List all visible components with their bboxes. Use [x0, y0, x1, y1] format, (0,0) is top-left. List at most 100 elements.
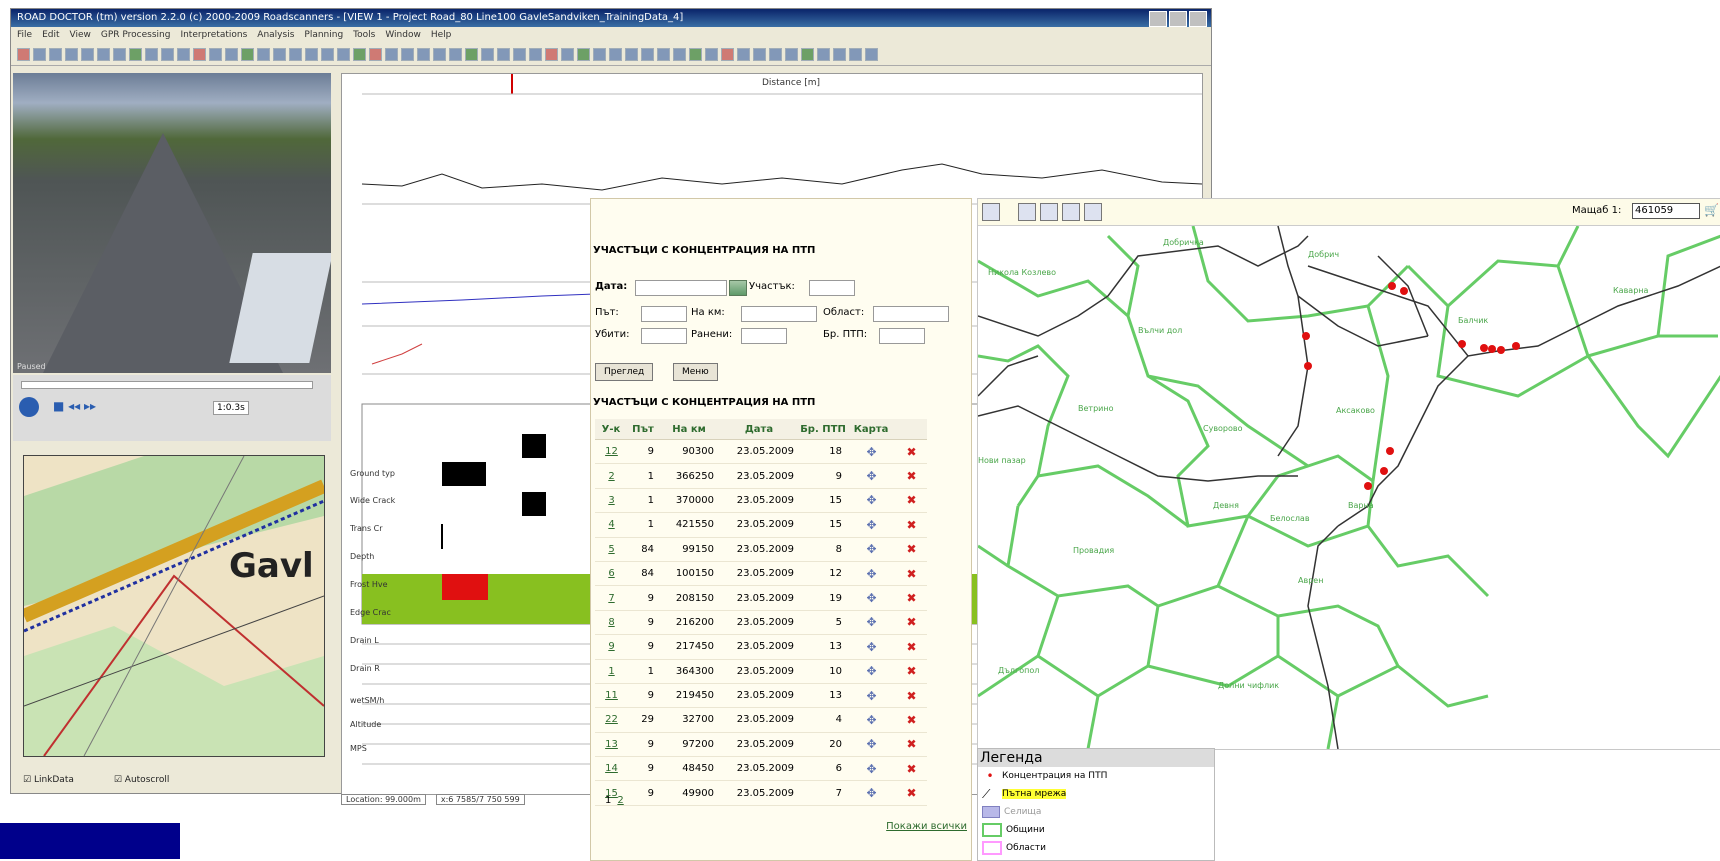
maximize-button[interactable] — [1169, 11, 1187, 27]
stop-icon[interactable]: ■ ◂◂ ▸▸ — [53, 399, 96, 413]
section-link[interactable]: 1 — [595, 659, 627, 684]
menu-planning[interactable]: Planning — [304, 27, 343, 43]
road-input[interactable] — [641, 306, 687, 322]
toolbar-button[interactable] — [705, 47, 718, 61]
section-link[interactable]: 4 — [595, 512, 627, 538]
toolbar-button[interactable] — [193, 47, 206, 61]
date-input[interactable] — [635, 280, 727, 296]
delete-icon[interactable]: ✖ — [906, 567, 916, 581]
accident-marker[interactable] — [1458, 340, 1466, 348]
section-link[interactable]: 12 — [595, 439, 627, 465]
toolbar-button[interactable] — [753, 47, 766, 61]
toolbar-button[interactable] — [529, 47, 542, 61]
toolbar-button[interactable] — [49, 47, 62, 61]
autoscroll-checkbox[interactable]: ☑ Autoscroll — [114, 775, 169, 785]
toolbar-button[interactable] — [321, 47, 334, 61]
zoom-in-icon[interactable] — [1018, 203, 1036, 221]
delete-icon[interactable]: ✖ — [906, 542, 916, 556]
show-on-map-icon[interactable]: ✥ — [866, 469, 876, 483]
toolbar-button[interactable] — [817, 47, 830, 61]
accident-marker[interactable] — [1380, 467, 1388, 475]
toolbar-button[interactable] — [353, 47, 366, 61]
accident-marker[interactable] — [1388, 282, 1396, 290]
calendar-icon[interactable] — [729, 280, 747, 296]
toolbar-button[interactable] — [737, 47, 750, 61]
section-link[interactable]: 3 — [595, 488, 627, 514]
toolbar-button[interactable] — [273, 47, 286, 61]
toolbar-button[interactable] — [593, 47, 606, 61]
menu-gpr-processing[interactable]: GPR Processing — [101, 27, 171, 43]
toolbar-button[interactable] — [625, 47, 638, 61]
count-input[interactable] — [879, 328, 925, 344]
km-input[interactable] — [741, 306, 817, 322]
menu-window[interactable]: Window — [385, 27, 421, 43]
delete-icon[interactable]: ✖ — [906, 689, 916, 703]
toolbar-button[interactable] — [849, 47, 862, 61]
linkdata-checkbox[interactable]: ☑ LinkData — [23, 775, 74, 785]
section-link[interactable]: 14 — [595, 756, 627, 782]
toolbar-button[interactable] — [785, 47, 798, 61]
accident-marker[interactable] — [1304, 362, 1312, 370]
toolbar-button[interactable] — [385, 47, 398, 61]
toolbar-button[interactable] — [449, 47, 462, 61]
section-link[interactable]: 11 — [595, 683, 627, 709]
section-link[interactable]: 22 — [595, 707, 627, 733]
scale-input[interactable]: 461059 — [1632, 203, 1700, 219]
delete-icon[interactable]: ✖ — [906, 640, 916, 654]
accident-marker[interactable] — [1302, 332, 1310, 340]
toolbar-button[interactable] — [81, 47, 94, 61]
show-on-map-icon[interactable]: ✥ — [866, 445, 876, 459]
delete-icon[interactable]: ✖ — [906, 737, 916, 751]
toolbar-button[interactable] — [641, 47, 654, 61]
delete-icon[interactable]: ✖ — [906, 762, 916, 776]
delete-icon[interactable]: ✖ — [906, 664, 916, 678]
toolbar-button[interactable] — [769, 47, 782, 61]
toolbar-button[interactable] — [545, 47, 558, 61]
delete-icon[interactable]: ✖ — [906, 786, 916, 800]
map-layers-icon[interactable] — [982, 203, 1000, 221]
section-link[interactable]: 8 — [595, 610, 627, 636]
section-link[interactable]: 13 — [595, 732, 627, 758]
killed-input[interactable] — [641, 328, 687, 344]
show-on-map-icon[interactable]: ✥ — [866, 689, 876, 703]
toolbar-button[interactable] — [97, 47, 110, 61]
show-on-map-icon[interactable]: ✥ — [866, 762, 876, 776]
delete-icon[interactable]: ✖ — [906, 469, 916, 483]
menu-view[interactable]: View — [70, 27, 91, 43]
toolbar-button[interactable] — [401, 47, 414, 61]
toolbar-button[interactable] — [497, 47, 510, 61]
toolbar-button[interactable] — [129, 47, 142, 61]
section-link[interactable]: 7 — [595, 585, 627, 611]
menu-tools[interactable]: Tools — [353, 27, 375, 43]
toolbar-button[interactable] — [257, 47, 270, 61]
toolbar-button[interactable] — [833, 47, 846, 61]
accident-marker[interactable] — [1480, 344, 1488, 352]
toolbar-button[interactable] — [305, 47, 318, 61]
toolbar-button[interactable] — [161, 47, 174, 61]
section-link[interactable]: 9 — [595, 634, 627, 660]
apply-scale-icon[interactable]: 🛒 — [1704, 203, 1719, 217]
toolbar-button[interactable] — [369, 47, 382, 61]
show-on-map-icon[interactable]: ✥ — [866, 542, 876, 556]
accident-marker[interactable] — [1488, 345, 1496, 353]
toolbar-button[interactable] — [33, 47, 46, 61]
show-on-map-icon[interactable]: ✥ — [866, 664, 876, 678]
show-on-map-icon[interactable]: ✥ — [866, 615, 876, 629]
print-map-icon[interactable] — [1084, 203, 1102, 221]
injured-input[interactable] — [741, 328, 787, 344]
menu-button[interactable]: Меню — [673, 363, 718, 381]
zoom-out-icon[interactable] — [1040, 203, 1058, 221]
minimize-button[interactable] — [1149, 11, 1167, 27]
show-on-map-icon[interactable]: ✥ — [866, 567, 876, 581]
delete-icon[interactable]: ✖ — [906, 713, 916, 727]
toolbar-button[interactable] — [721, 47, 734, 61]
section-link[interactable]: 2 — [595, 463, 627, 489]
section-link[interactable]: 5 — [595, 537, 627, 562]
show-on-map-icon[interactable]: ✥ — [866, 786, 876, 800]
toolbar-button[interactable] — [513, 47, 526, 61]
toolbar-button[interactable] — [209, 47, 222, 61]
accident-marker[interactable] — [1386, 447, 1394, 455]
section-input[interactable] — [809, 280, 855, 296]
toolbar-button[interactable] — [801, 47, 814, 61]
toolbar-button[interactable] — [145, 47, 158, 61]
